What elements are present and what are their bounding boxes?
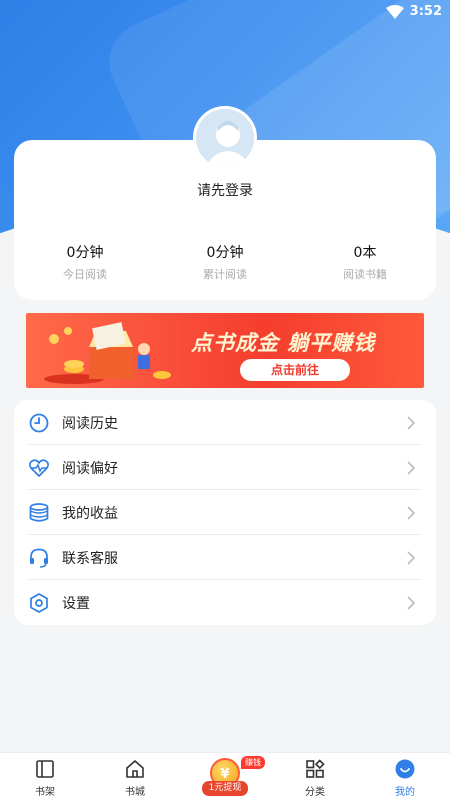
login-prompt[interactable]: 请先登录 [0, 180, 450, 200]
menu-item-label: 阅读偏好 [62, 460, 118, 477]
clock-icon [29, 413, 49, 432]
menu-item-label: 联系客服 [62, 550, 118, 567]
chevron-right-icon [407, 595, 416, 610]
headset-icon [30, 548, 48, 568]
chevron-right-icon [407, 460, 416, 475]
stat-label: 今日阅读 [63, 268, 107, 281]
menu-item-reading-history[interactable]: 阅读历史 [14, 400, 436, 445]
category-grid-icon [306, 759, 325, 778]
earn-badge: 赚钱 [241, 756, 265, 769]
svg-text:¥: ¥ [220, 767, 229, 782]
chevron-right-icon [407, 550, 416, 565]
hexagon-settings-icon [30, 592, 48, 613]
profile-icon [395, 759, 415, 779]
stat-label: 阅读书籍 [343, 268, 387, 281]
heart-pulse-icon [29, 458, 49, 477]
menu-item-my-earnings[interactable]: 我的收益 [14, 490, 436, 535]
chevron-right-icon [407, 505, 416, 520]
menu-item-reading-preference[interactable]: 阅读偏好 [14, 445, 436, 490]
banner-title: 点书成金 躺平赚钱 [191, 331, 376, 355]
tab-label: 书城 [125, 787, 145, 798]
wifi-icon [385, 4, 404, 19]
coins-stack-icon [29, 502, 49, 522]
tab-bookstore[interactable]: 书城 [90, 753, 180, 800]
tab-withdraw[interactable]: 1元提现 [202, 781, 248, 796]
status-bar: 3:52 [385, 4, 442, 19]
tab-label: 分类 [305, 787, 325, 798]
menu-item-customer-service[interactable]: 联系客服 [14, 535, 436, 580]
tab-category[interactable]: 分类 [270, 753, 360, 800]
banner-cta-button[interactable]: 点击前往 [240, 359, 350, 381]
stat-value: 0分钟 [66, 245, 104, 261]
tab-label: 我的 [395, 787, 415, 798]
stat-today-reading: 0分钟 今日阅读 [15, 242, 155, 282]
chevron-right-icon [407, 415, 416, 430]
tab-mine[interactable]: 我的 [360, 753, 450, 800]
stat-value: 0本 [353, 245, 377, 261]
stat-value: 0分钟 [206, 245, 244, 261]
gift-box-icon [44, 322, 171, 384]
menu-item-label: 阅读历史 [62, 415, 118, 432]
stat-total-reading: 0分钟 累计阅读 [155, 242, 295, 282]
menu-item-settings[interactable]: 设置 [14, 580, 436, 625]
home-icon [126, 760, 144, 778]
stat-label: 累计阅读 [203, 268, 247, 281]
menu-item-label: 设置 [62, 595, 90, 612]
status-time: 3:52 [409, 4, 442, 19]
tab-bookshelf[interactable]: 书架 [0, 753, 90, 800]
menu-list: 阅读历史 阅读偏好 我的收益 联系客服 设置 [14, 400, 436, 625]
book-icon [36, 760, 54, 778]
promo-banner[interactable]: 点书成金 躺平赚钱 点击前往 [26, 313, 424, 388]
avatar[interactable] [193, 106, 257, 170]
stat-books-read: 0本 阅读书籍 [295, 242, 435, 282]
menu-item-label: 我的收益 [62, 505, 118, 522]
tab-label: 书架 [35, 787, 55, 798]
